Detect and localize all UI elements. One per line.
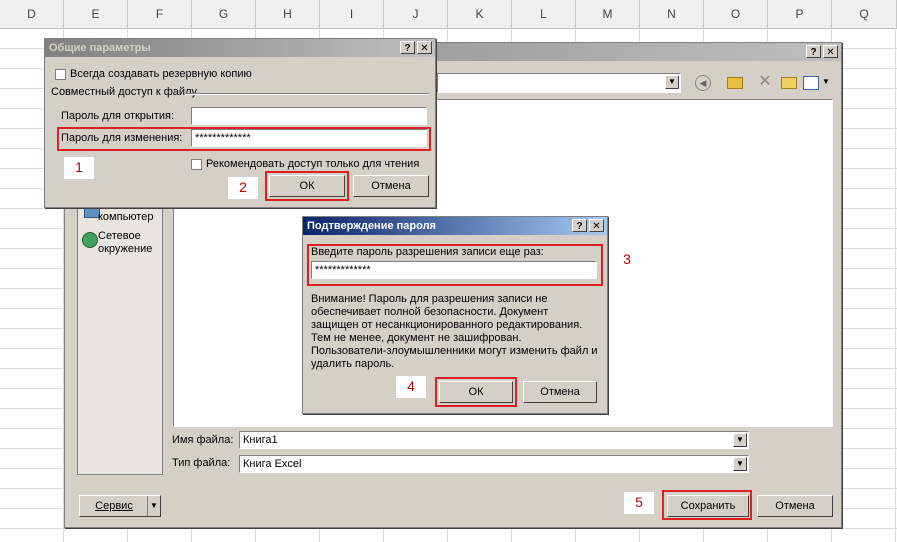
filetype-select[interactable]: Книга Excel ▼ <box>239 455 749 473</box>
callout-4: 4 <box>396 376 426 398</box>
readonly-checkbox[interactable] <box>191 158 202 170</box>
confirm-close-button[interactable]: ✕ <box>589 219 604 232</box>
readonly-checkbox-row[interactable]: Рекомендовать доступ только для чтения <box>191 158 419 170</box>
places-item-computer[interactable]: компьютер <box>98 211 153 223</box>
views-dropdown-icon[interactable]: ▼ <box>822 77 830 86</box>
options-help-button[interactable]: ? <box>400 41 415 54</box>
column-header-k[interactable]: K <box>448 0 512 28</box>
callout-2: 2 <box>228 177 258 199</box>
save-close-button[interactable]: ✕ <box>823 45 838 58</box>
callout-1: 1 <box>64 157 94 179</box>
backup-label: Всегда создавать резервную копию <box>70 68 252 80</box>
save-help-button[interactable]: ? <box>806 45 821 58</box>
column-header-f[interactable]: F <box>128 0 192 28</box>
delete-icon[interactable]: ✕ <box>757 73 773 91</box>
save-cancel-button[interactable]: Отмена <box>757 495 833 517</box>
warning-line: обеспечивает полной безопасности. Докуме… <box>311 306 549 318</box>
filetype-value: Книга Excel <box>243 458 302 470</box>
tools-label: Сервис <box>95 500 133 512</box>
up-folder-icon[interactable] <box>727 77 743 89</box>
options-title: Общие параметры <box>45 39 435 57</box>
highlight-confirm-ok <box>435 377 517 407</box>
confirm-help-button[interactable]: ? <box>572 219 587 232</box>
new-folder-icon[interactable] <box>781 77 797 89</box>
options-cancel-button[interactable]: Отмена <box>353 175 429 197</box>
highlight-save-button <box>662 490 752 520</box>
warning-line: Тем не менее, документ не зашифрован. <box>311 332 522 344</box>
grid-line <box>0 528 897 529</box>
warning-line: Внимание! Пароль для разрешения записи н… <box>311 293 548 305</box>
views-icon[interactable] <box>803 76 819 90</box>
highlight-confirm-input <box>307 244 603 286</box>
column-header-q[interactable]: Q <box>832 0 897 28</box>
column-header-j[interactable]: J <box>384 0 448 28</box>
sharing-divider <box>185 93 429 95</box>
options-close-button[interactable]: ✕ <box>417 41 432 54</box>
column-header-h[interactable]: H <box>256 0 320 28</box>
places-item-network[interactable]: Сетевое окружение <box>98 230 162 256</box>
filename-input[interactable]: Книга1 ▼ <box>239 431 749 449</box>
column-header-g[interactable]: G <box>192 0 256 28</box>
highlight-options-ok <box>265 171 349 201</box>
chevron-down-icon[interactable]: ▼ <box>733 433 747 447</box>
chevron-down-icon[interactable]: ▼ <box>147 496 160 516</box>
back-icon[interactable]: ◀ <box>695 75 711 91</box>
filetype-label: Тип файла: <box>172 457 231 469</box>
confirm-title: Подтверждение пароля <box>303 217 607 235</box>
column-header-i[interactable]: I <box>320 0 384 28</box>
column-header-m[interactable]: M <box>576 0 640 28</box>
callout-3: 3 <box>612 249 642 271</box>
column-header-d[interactable]: D <box>0 0 64 28</box>
open-password-input[interactable] <box>191 107 427 125</box>
column-header-bar: DEFGHIJKLMNOPQ <box>0 0 897 29</box>
grid-line <box>895 28 896 542</box>
save-location-combo[interactable]: ▼ <box>437 73 681 93</box>
confirm-warning: Внимание! Пароль для разрешения записи н… <box>311 293 603 371</box>
filename-label: Имя файла: <box>172 434 234 446</box>
open-password-label: Пароль для открытия: <box>61 110 175 122</box>
tools-button[interactable]: Сервис ▼ <box>79 495 161 517</box>
column-header-o[interactable]: O <box>704 0 768 28</box>
column-header-e[interactable]: E <box>64 0 128 28</box>
chevron-down-icon[interactable]: ▼ <box>733 457 747 471</box>
confirm-cancel-button[interactable]: Отмена <box>523 381 597 403</box>
warning-line: удалить пароль. <box>311 358 395 370</box>
column-header-n[interactable]: N <box>640 0 704 28</box>
backup-checkbox-row[interactable]: Всегда создавать резервную копию <box>55 68 252 80</box>
readonly-label: Рекомендовать доступ только для чтения <box>206 158 420 170</box>
warning-line: Пользователи-злоумышленники могут измени… <box>311 345 598 357</box>
sharing-group-label: Совместный доступ к файлу <box>51 86 197 98</box>
backup-checkbox[interactable] <box>55 68 66 80</box>
column-header-l[interactable]: L <box>512 0 576 28</box>
filename-value: Книга1 <box>243 434 278 446</box>
highlight-modify-password <box>57 127 431 151</box>
warning-line: защищен от несанкционированного редактир… <box>311 319 583 331</box>
chevron-down-icon[interactable]: ▼ <box>665 75 679 89</box>
confirm-password-dialog: Подтверждение пароля ? ✕ Введите пароль … <box>302 216 608 414</box>
callout-5: 5 <box>624 492 654 514</box>
network-icon[interactable] <box>82 232 98 248</box>
column-header-p[interactable]: P <box>768 0 832 28</box>
